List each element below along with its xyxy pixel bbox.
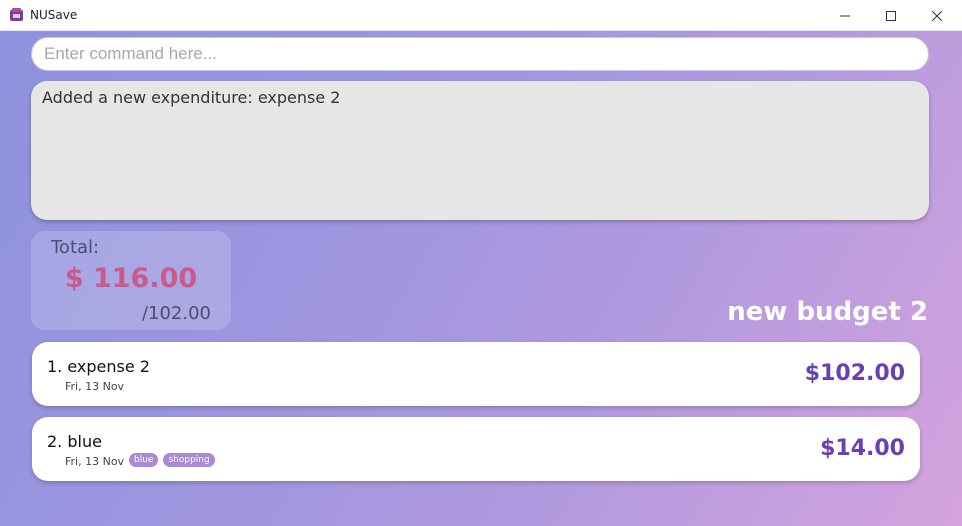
result-display: Added a new expenditure: expense 2 — [31, 81, 929, 220]
maximize-button[interactable] — [868, 0, 914, 31]
expenditure-title: 1. expense 2 — [47, 357, 150, 376]
minimize-icon — [840, 15, 850, 16]
maximize-icon — [886, 10, 896, 21]
total-amount: $ 116.00 — [64, 263, 198, 294]
tag: blue — [129, 453, 159, 467]
window-title: NUSave — [30, 8, 78, 22]
total-budget-threshold: /102.00 — [141, 303, 211, 324]
expenditure-date: Fri, 13 Nov — [65, 455, 125, 468]
total-label: Total: — [51, 237, 100, 258]
app-icon — [10, 8, 23, 21]
close-icon — [932, 10, 942, 21]
result-text: Added a new expenditure: expense 2 — [42, 88, 341, 107]
title-bar: NUSave — [0, 0, 962, 31]
tag-list: blue shopping — [129, 453, 215, 467]
command-input[interactable] — [31, 37, 929, 71]
minimize-button[interactable] — [822, 0, 868, 31]
expenditure-card[interactable]: 1. expense 2 Fri, 13 Nov $102.00 — [32, 342, 920, 406]
expenditure-amount: $14.00 — [820, 436, 905, 461]
expenditure-date: Fri, 13 Nov — [65, 380, 125, 393]
budget-name: new budget 2 — [727, 297, 928, 327]
expenditure-amount: $102.00 — [804, 361, 905, 386]
expenditure-card[interactable]: 2. blue Fri, 13 Nov blue shopping $14.00 — [32, 417, 920, 481]
tag: shopping — [163, 453, 215, 467]
expenditure-title: 2. blue — [47, 432, 102, 451]
total-panel: Total: $ 116.00 /102.00 — [31, 231, 231, 330]
close-button[interactable] — [914, 0, 960, 31]
main-panel: Added a new expenditure: expense 2 Total… — [0, 31, 962, 526]
